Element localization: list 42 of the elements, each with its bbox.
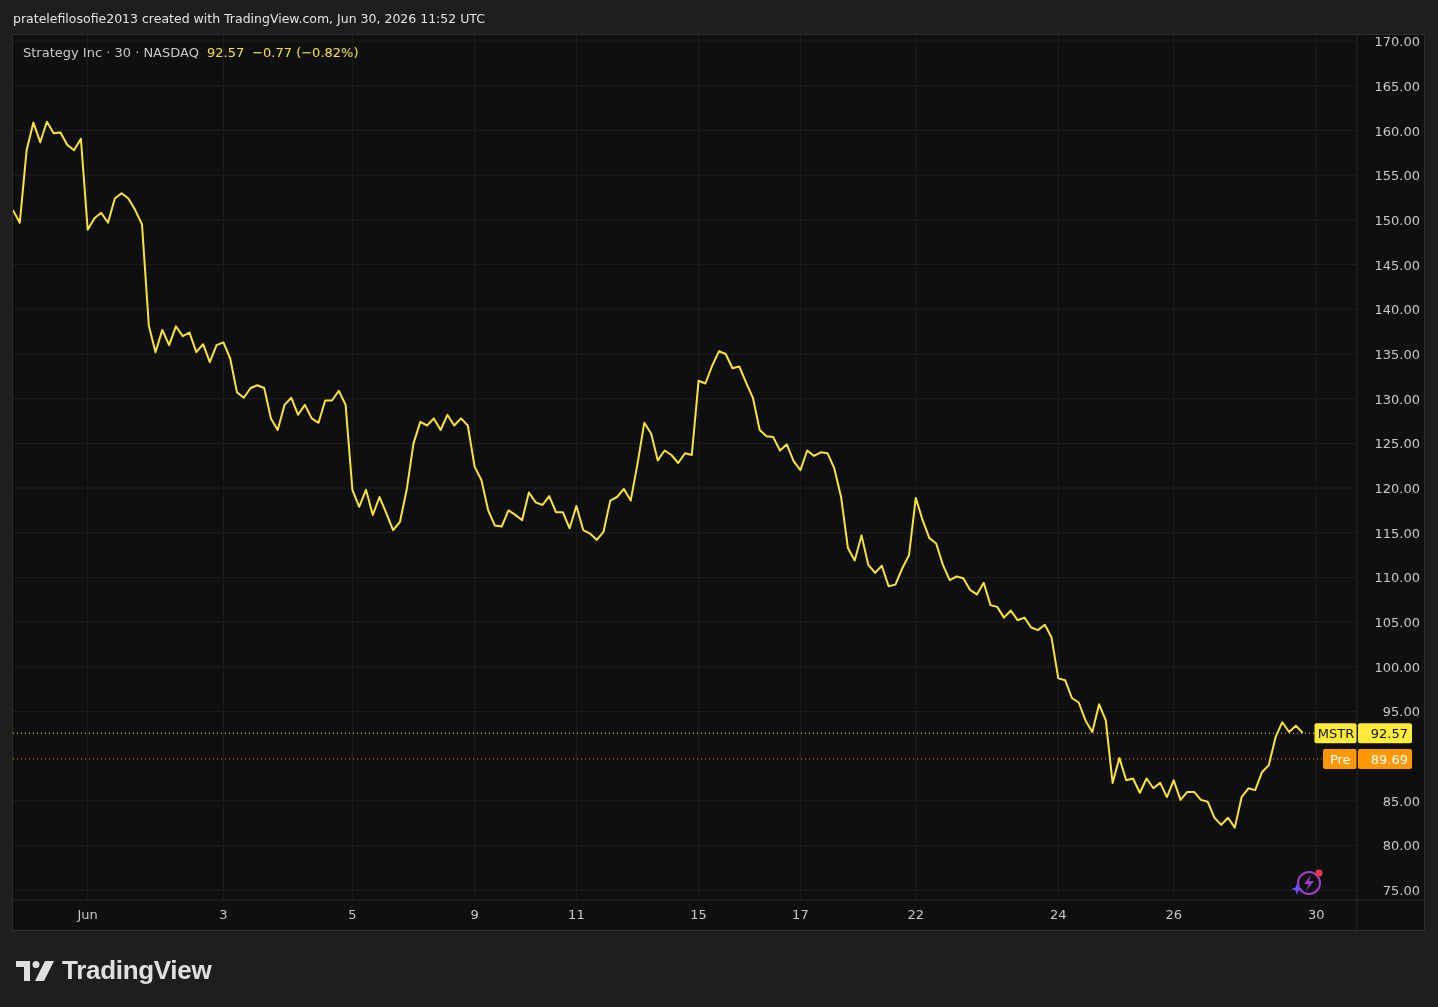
symbol-tag: MSTR — [1314, 723, 1357, 744]
axis-label: 140.00 — [1374, 302, 1420, 318]
axis-label: 160.00 — [1374, 123, 1420, 139]
axis-label: 110.00 — [1374, 570, 1420, 586]
brand-name: TradingView — [62, 955, 212, 986]
axis-label: 15 — [690, 907, 707, 922]
axis-label: 155.00 — [1374, 168, 1420, 184]
axis-label: 17 — [792, 907, 809, 922]
axis-label: 100.00 — [1374, 659, 1420, 675]
axis-label: 150.00 — [1374, 212, 1420, 228]
axis-label: 170.00 — [1374, 35, 1420, 50]
axis-label: 125.00 — [1374, 436, 1420, 452]
axis-label: 5 — [348, 907, 357, 922]
axis-label: 30 — [1308, 907, 1325, 922]
axis-label: 145.00 — [1374, 257, 1420, 273]
axis-label: 11 — [568, 907, 585, 922]
axis-label: 22 — [907, 907, 925, 922]
axis-label: 26 — [1165, 907, 1182, 922]
axis-label: 80.00 — [1382, 838, 1420, 854]
ref-line-label: 89.69 — [1370, 751, 1408, 767]
symbol-tag: Pre — [1323, 748, 1357, 769]
axis-label: 24 — [1050, 907, 1067, 922]
axis-label: 105.00 — [1374, 615, 1420, 631]
axis-label: 130.00 — [1374, 391, 1420, 407]
legend-price: 92.57 — [206, 45, 245, 60]
axis-label: 120.00 — [1374, 481, 1420, 497]
axis-label: 75.00 — [1382, 883, 1420, 899]
price-tag: 89.69 — [1358, 748, 1412, 769]
logo-icon — [16, 960, 54, 981]
axis-label: Jun — [77, 907, 98, 922]
price-tag: 92.57 — [1358, 723, 1412, 744]
header-text: pratelefilosofie2013 created with TradingView.com, Jun 30, 2026 11:52 UTC — [12, 10, 486, 28]
axis-label: 85.00 — [1382, 793, 1420, 809]
axis-label: 135.00 — [1374, 347, 1420, 362]
axis-label: 9 — [470, 907, 479, 922]
legend-title: Strategy Inc · 30 · NASDAQ — [23, 45, 199, 60]
axis-label: 115.00 — [1374, 525, 1420, 541]
axis-label: 3 — [219, 907, 228, 922]
legend-change: −0.77 (−0.82%) — [252, 45, 359, 60]
axis-label: 165.00 — [1374, 78, 1420, 94]
ref-line-label: 92.57 — [1370, 726, 1408, 742]
axis-label: 95.00 — [1382, 704, 1420, 720]
